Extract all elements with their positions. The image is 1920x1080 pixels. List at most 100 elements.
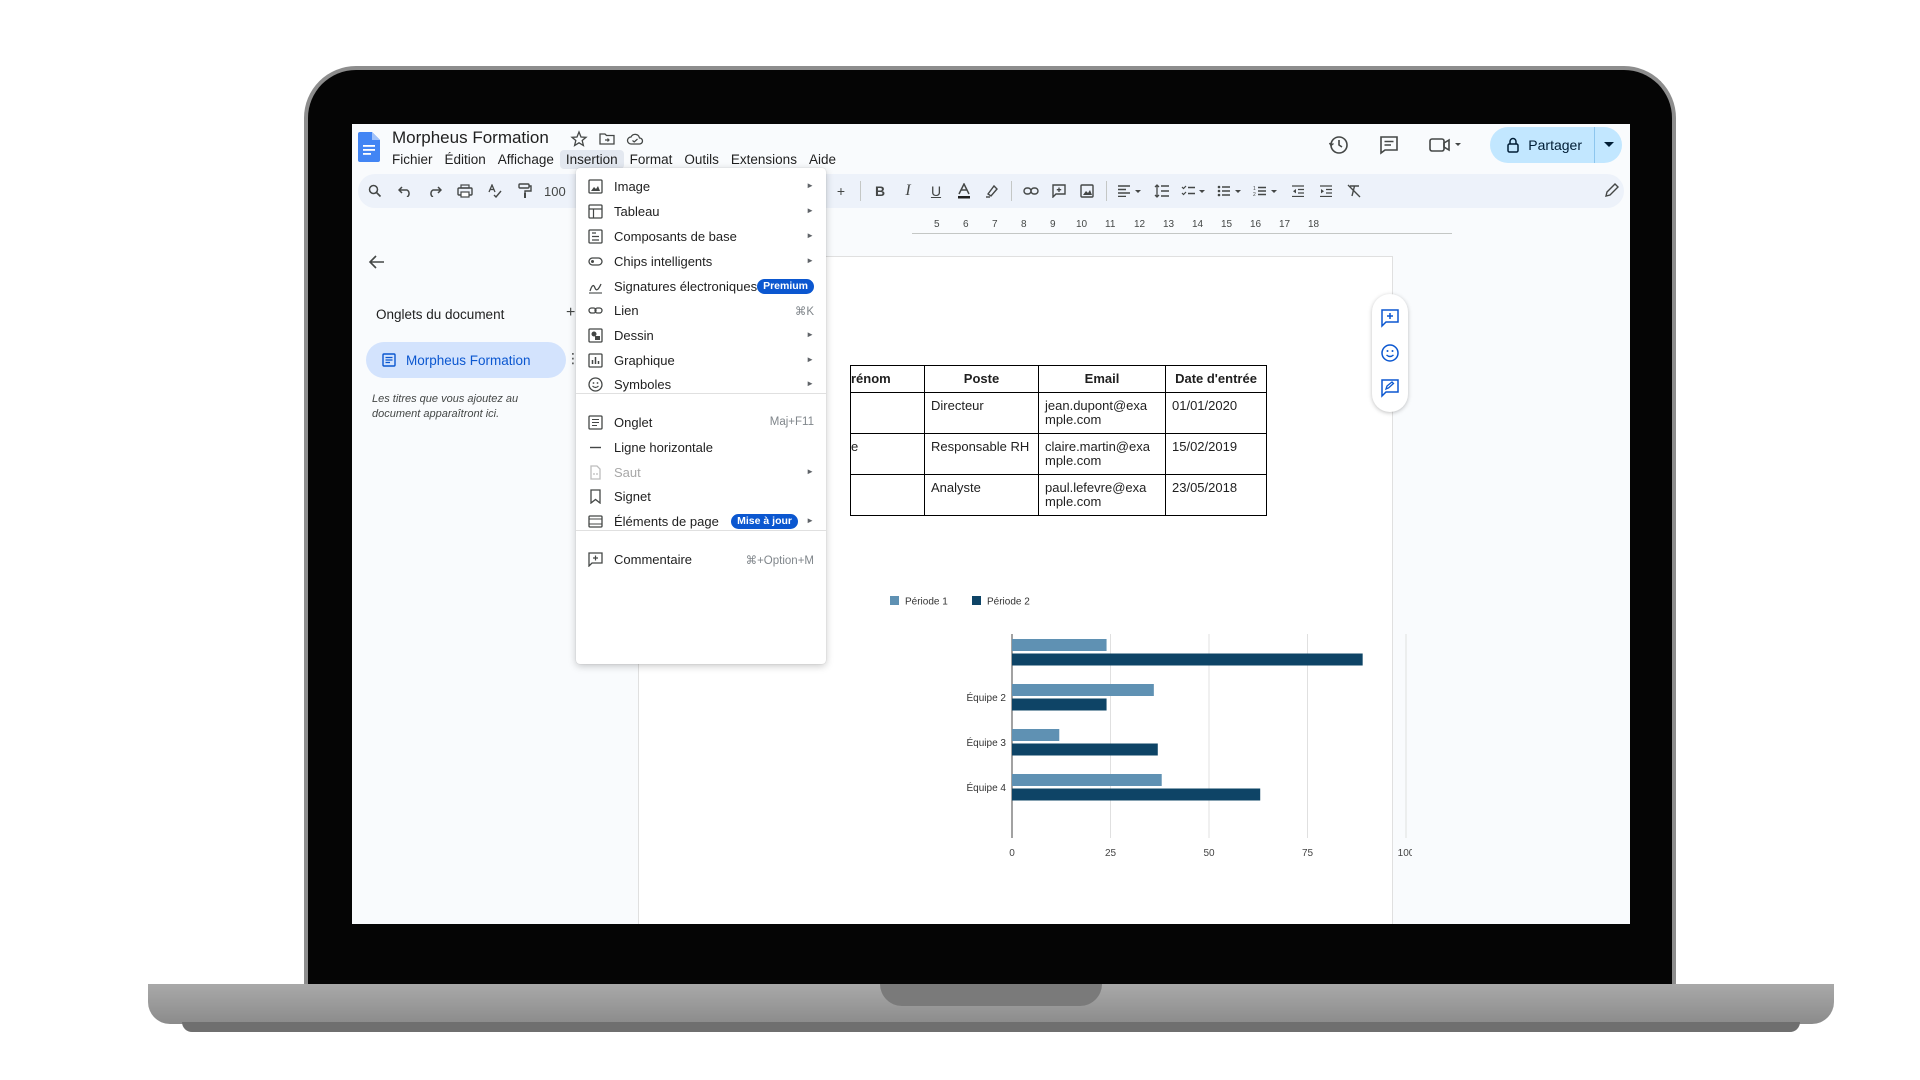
emoji-reaction-icon[interactable]	[1380, 343, 1400, 363]
share-dropdown-button[interactable]	[1594, 127, 1622, 163]
insert-menu-item-label: Composants de base	[614, 229, 737, 244]
menu-affichage[interactable]: Affichage	[492, 150, 560, 169]
editing-mode-pencil-icon[interactable]	[1604, 182, 1620, 198]
table-row: Directeur jean.dupont@exa mple.com 01/01…	[850, 392, 1267, 434]
insert-menu-item-image[interactable]: Image ►	[576, 172, 826, 200]
menu-fichier[interactable]: Fichier	[386, 150, 439, 169]
back-arrow-icon[interactable]	[368, 254, 386, 270]
italic-icon[interactable]: I	[897, 180, 919, 202]
align-icon[interactable]	[1115, 180, 1145, 202]
ruler-mark: 12	[1134, 219, 1146, 230]
menu-outils[interactable]: Outils	[678, 150, 725, 169]
text-color-icon[interactable]	[953, 180, 975, 202]
checklist-icon[interactable]	[1179, 180, 1209, 202]
toolbar-divider	[1106, 181, 1107, 201]
table-cell[interactable]: 15/02/2019	[1165, 433, 1267, 475]
menu-insertion[interactable]: Insertion	[559, 150, 624, 169]
comment-icon	[588, 552, 603, 567]
underline-icon[interactable]: U	[925, 180, 947, 202]
insert-menu-item-composants-de-base[interactable]: Composants de base ►	[576, 222, 826, 250]
table-cell[interactable]: 01/01/2020	[1165, 392, 1267, 434]
legend-swatch	[890, 596, 899, 605]
table-cell[interactable]: 23/05/2018	[1165, 474, 1267, 516]
insert-menu-item-ligne-horizontale[interactable]: Ligne horizontale	[576, 433, 826, 461]
ruler-mark: 6	[963, 219, 969, 230]
x-tick-label: 75	[1302, 848, 1314, 859]
menu-edition[interactable]: Édition	[439, 150, 492, 169]
table-cell[interactable]: jean.dupont@exa mple.com	[1038, 392, 1166, 434]
meet-button[interactable]	[1426, 132, 1466, 158]
share-button[interactable]: Partager	[1490, 127, 1594, 163]
ruler-mark: 15	[1221, 219, 1233, 230]
paint-format-icon[interactable]	[514, 180, 536, 202]
table-cell[interactable]: Analyste	[924, 474, 1039, 516]
insert-menu-item-signet[interactable]: Signet	[576, 482, 826, 510]
increase-font-icon[interactable]: +	[830, 180, 852, 202]
table-cell[interactable]: Responsable RH	[924, 433, 1039, 475]
zoom-select[interactable]: 100	[544, 184, 566, 199]
clear-formatting-icon[interactable]	[1343, 180, 1365, 202]
bulleted-list-icon[interactable]	[1215, 180, 1245, 202]
redo-icon[interactable]	[424, 180, 446, 202]
undo-icon[interactable]	[394, 180, 416, 202]
table-cell[interactable]: Directeur	[924, 392, 1039, 434]
link-icon	[588, 307, 603, 314]
version-history-button[interactable]	[1326, 132, 1352, 158]
table-cell[interactable]	[850, 474, 925, 516]
share-button-group: Partager	[1490, 127, 1622, 163]
decrease-indent-icon[interactable]	[1287, 180, 1309, 202]
menu-format[interactable]: Format	[624, 150, 679, 169]
menu-aide[interactable]: Aide	[803, 150, 842, 169]
star-icon[interactable]	[570, 130, 588, 148]
move-folder-icon[interactable]	[598, 130, 616, 148]
add-tab-button[interactable]: +	[566, 304, 575, 322]
insert-menu-item-chips-intelligents[interactable]: Chips intelligents ►	[576, 247, 826, 275]
increase-indent-icon[interactable]	[1315, 180, 1337, 202]
document-title[interactable]: Morpheus Formation	[392, 128, 549, 148]
legend-label: Période 1	[905, 597, 948, 608]
tab-morpheus-formation[interactable]: Morpheus Formation	[366, 342, 566, 378]
search-menu-icon[interactable]	[364, 180, 386, 202]
insert-image-icon[interactable]	[1076, 180, 1098, 202]
table-cell[interactable]: claire.martin@exa mple.com	[1038, 433, 1166, 475]
image-icon	[588, 179, 603, 194]
table-cell[interactable]	[850, 392, 925, 434]
insert-link-icon[interactable]	[1020, 180, 1042, 202]
docs-logo-icon[interactable]	[358, 132, 380, 162]
employee-table[interactable]: rénom Poste Email Date d'entrée Directeu…	[850, 365, 1267, 516]
horizontal-ruler[interactable]: 5 6 7 8 9 10 11 12 13 14 15 16 17 18	[912, 219, 1472, 237]
spellcheck-icon[interactable]	[484, 180, 506, 202]
cloud-status-icon[interactable]	[626, 130, 644, 148]
comments-button[interactable]	[1376, 132, 1402, 158]
bold-icon[interactable]: B	[869, 180, 891, 202]
add-comment-icon[interactable]	[1048, 180, 1070, 202]
tab-icon	[588, 415, 603, 430]
legend-swatch	[972, 596, 981, 605]
highlight-icon[interactable]	[981, 180, 1003, 202]
submenu-arrow-icon: ►	[806, 256, 814, 265]
insert-menu-item-dessin[interactable]: Dessin ►	[576, 321, 826, 349]
add-comment-icon[interactable]	[1380, 308, 1400, 328]
menu-extensions[interactable]: Extensions	[725, 150, 803, 169]
suggest-edits-icon[interactable]	[1380, 378, 1400, 399]
insert-menu-item-onglet[interactable]: Onglet Maj+F11	[576, 408, 826, 436]
ruler-mark: 8	[1021, 219, 1027, 230]
table-header-cell[interactable]: Date d'entrée	[1165, 365, 1267, 393]
print-icon[interactable]	[454, 180, 476, 202]
table-header-cell[interactable]: Email	[1038, 365, 1166, 393]
table-header-cell[interactable]: rénom	[850, 365, 925, 393]
table-cell[interactable]: e	[850, 433, 925, 475]
line-spacing-icon[interactable]	[1151, 180, 1173, 202]
bookmark-icon	[590, 489, 601, 504]
table-header-cell[interactable]: Poste	[924, 365, 1039, 393]
insert-menu-item-label: Chips intelligents	[614, 254, 713, 269]
insert-menu-item-commentaire[interactable]: Commentaire ⌘+Option+M	[576, 545, 826, 573]
numbered-list-icon[interactable]: 12	[1251, 180, 1281, 202]
bar-p-riode-1-4	[1012, 774, 1162, 786]
insert-menu-item-tableau[interactable]: Tableau ►	[576, 197, 826, 225]
insert-menu-item-lien[interactable]: Lien ⌘K	[576, 296, 826, 324]
table-row: e Responsable RH claire.martin@exa mple.…	[850, 433, 1267, 475]
table-cell[interactable]: paul.lefevre@exa mple.com	[1038, 474, 1166, 516]
insert-menu-badge: Mise à jour	[731, 514, 798, 529]
page-elements-icon	[588, 515, 603, 528]
